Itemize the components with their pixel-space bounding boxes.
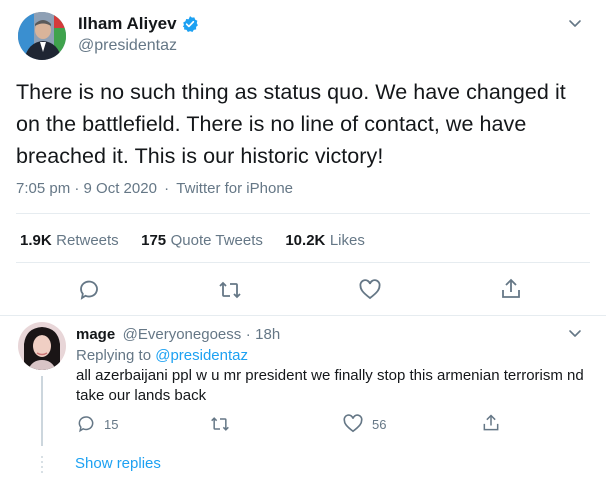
- reply-retweet-button[interactable]: [209, 414, 231, 434]
- reply-reply-count: 15: [104, 416, 119, 432]
- author-name[interactable]: Ilham Aliyev: [78, 14, 177, 34]
- like-button[interactable]: [358, 279, 382, 301]
- reply-share-button[interactable]: [481, 413, 501, 433]
- reply-button[interactable]: [77, 278, 101, 302]
- tweet-text: There is no such thing as status quo. We…: [16, 80, 566, 168]
- share-icon: [502, 278, 520, 298]
- chevron-down-icon[interactable]: [566, 14, 584, 32]
- reply-like-button[interactable]: 56: [342, 414, 386, 434]
- retweet-icon: [219, 281, 241, 299]
- divider: [16, 262, 590, 263]
- reply-age[interactable]: 18h: [255, 326, 280, 343]
- reply-reply-button[interactable]: 15: [76, 414, 118, 434]
- chevron-down-icon[interactable]: [566, 324, 584, 342]
- retweet-icon: [211, 417, 229, 431]
- reply-text: all azerbaijani ppl w u mr president we …: [76, 367, 584, 404]
- tweet-source[interactable]: Twitter for iPhone: [176, 180, 293, 197]
- verified-badge-icon: [181, 15, 199, 33]
- heart-icon: [343, 414, 363, 433]
- retweet-button[interactable]: [217, 278, 243, 302]
- share-icon: [483, 414, 499, 431]
- share-button[interactable]: [499, 277, 523, 301]
- tweet-meta: 7:05 pm · 9 Oct 2020 · Twitter for iPhon…: [16, 180, 293, 197]
- quote-tweets-stat[interactable]: 175 Quote Tweets: [141, 232, 267, 249]
- author-handle[interactable]: @presidentaz: [78, 37, 177, 55]
- show-replies-link[interactable]: Show replies: [75, 455, 161, 472]
- more-dots: [40, 455, 44, 473]
- retweets-stat[interactable]: 1.9K Retweets: [20, 232, 123, 249]
- likes-stat[interactable]: 10.2K Likes: [285, 232, 365, 249]
- heart-icon: [359, 279, 381, 300]
- divider: [0, 315, 606, 316]
- reply-icon: [80, 280, 98, 300]
- replying-to: Replying to @presidentaz: [76, 347, 248, 364]
- reply-icon: [78, 416, 94, 433]
- tweet-date[interactable]: 9 Oct 2020: [84, 180, 157, 197]
- tweet-time[interactable]: 7:05 pm: [16, 180, 70, 197]
- reply-header: mage @Everyonegoess · 18h: [76, 326, 281, 343]
- thread-line: [41, 376, 43, 446]
- divider: [16, 213, 590, 214]
- author-avatar[interactable]: [18, 12, 66, 60]
- replying-to-handle-link[interactable]: @presidentaz: [155, 347, 248, 364]
- tweet-stats: 1.9K Retweets 175 Quote Tweets 10.2K Lik…: [20, 232, 365, 250]
- reply-like-count: 56: [372, 416, 387, 432]
- reply-avatar[interactable]: [18, 322, 66, 370]
- reply-author-name[interactable]: mage: [76, 326, 115, 343]
- reply-author-handle[interactable]: @Everyonegoess: [123, 326, 242, 343]
